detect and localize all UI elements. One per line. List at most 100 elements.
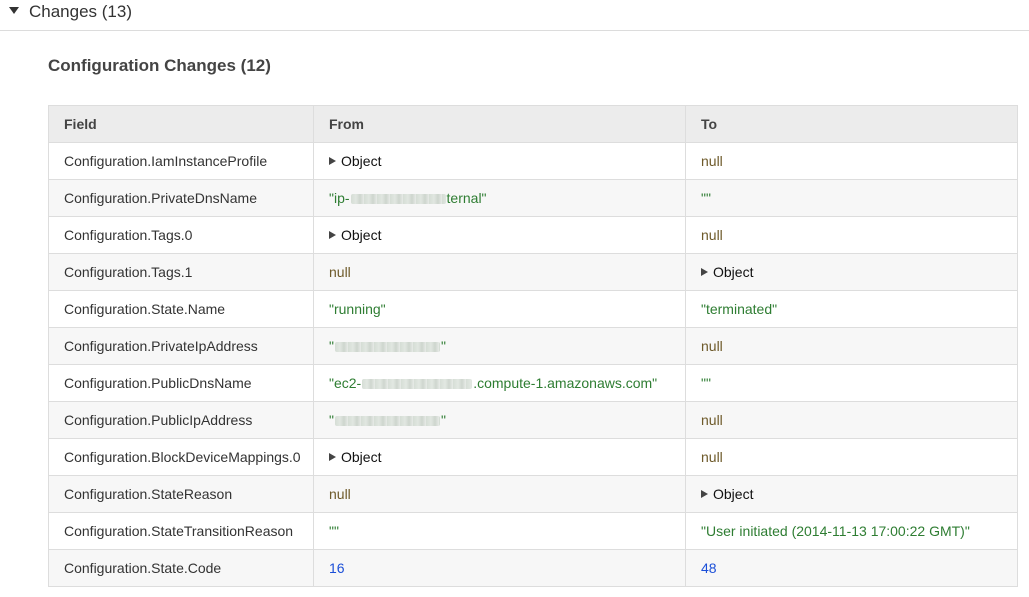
string-value: ""	[701, 190, 711, 206]
table-row: Configuration.Tags.1 null Object	[48, 253, 1018, 291]
field-name: Configuration.PrivateDnsName	[64, 190, 257, 206]
table-row: Configuration.BlockDeviceMappings.0 Objec…	[48, 438, 1018, 476]
changes-section-title[interactable]: Changes (13)	[29, 1, 132, 23]
field-cell: Configuration.PrivateDnsName	[48, 179, 314, 217]
field-name: Configuration.StateTransitionReason	[64, 523, 294, 539]
from-value-cell: ""	[313, 327, 686, 365]
object-label[interactable]: Object	[713, 264, 753, 280]
to-value-cell: null	[685, 327, 1018, 365]
to-value-cell: "terminated"	[685, 290, 1018, 328]
to-value-cell: ""	[685, 364, 1018, 402]
null-value: null	[701, 338, 723, 354]
table-row: Configuration.StateTransitionReason "" "Us…	[48, 512, 1018, 550]
from-value-cell[interactable]: Object	[313, 216, 686, 254]
to-value-cell: "User initiated (2014-11-13 17:00:22 GMT…	[685, 512, 1018, 550]
to-value-cell[interactable]: Object	[685, 475, 1018, 513]
field-name: Configuration.PublicDnsName	[64, 375, 252, 391]
table-row: Configuration.Tags.0 Object null	[48, 216, 1018, 254]
object-expander[interactable]: Object	[329, 227, 381, 243]
to-value-cell: null	[685, 216, 1018, 254]
value-prefix: "ec2-	[329, 375, 362, 391]
field-name: Configuration.PublicIpAddress	[64, 412, 253, 428]
value-suffix: "	[440, 338, 446, 354]
caret-right-icon[interactable]	[329, 231, 336, 239]
table-row: Configuration.PrivateDnsName "ip-ternal" "…	[48, 179, 1018, 217]
null-value: null	[701, 227, 723, 243]
to-value-cell: ""	[685, 179, 1018, 217]
to-value-cell: null	[685, 438, 1018, 476]
number-value: 48	[701, 560, 717, 576]
configuration-changes-table: Field From To Configuration.IamInstanceP…	[48, 105, 1018, 587]
changes-section-header[interactable]: Changes (13)	[0, 0, 1029, 31]
table-header-row: Field From To	[48, 105, 1018, 143]
string-value: "User initiated (2014-11-13 17:00:22 GMT…	[701, 523, 970, 539]
field-cell: Configuration.PublicDnsName	[48, 364, 314, 402]
field-name: Configuration.Tags.1	[64, 264, 193, 280]
null-value: null	[329, 486, 351, 502]
value-suffix: "	[440, 412, 446, 428]
string-value: "terminated"	[701, 301, 778, 317]
table-row: Configuration.PublicDnsName "ec2- .compute…	[48, 364, 1018, 402]
null-value: null	[329, 264, 351, 280]
object-label[interactable]: Object	[341, 227, 381, 243]
redaction-blur	[350, 194, 446, 205]
object-expander[interactable]: Object	[329, 449, 381, 465]
string-value: ""	[329, 523, 339, 539]
caret-right-icon[interactable]	[329, 453, 336, 461]
object-label[interactable]: Object	[713, 486, 753, 502]
to-value-cell: null	[685, 401, 1018, 439]
field-name: Configuration.Tags.0	[64, 227, 193, 243]
caret-right-icon[interactable]	[701, 268, 708, 276]
to-value-cell: null	[685, 142, 1018, 180]
field-cell: Configuration.BlockDeviceMappings.0	[48, 438, 314, 476]
from-value-cell[interactable]: Object	[313, 438, 686, 476]
table-row: Configuration.StateReason null Object	[48, 475, 1018, 513]
object-expander[interactable]: Object	[701, 264, 753, 280]
object-expander[interactable]: Object	[701, 486, 753, 502]
table-row: Configuration.PrivateIpAddress " " null	[48, 327, 1018, 365]
field-name: Configuration.StateReason	[64, 486, 233, 502]
field-cell: Configuration.State.Code	[48, 549, 314, 587]
field-name: Configuration.BlockDeviceMappings.0	[64, 449, 301, 465]
from-value-cell: "ec2- .compute-1.amazonaws.com"	[313, 364, 686, 402]
object-label[interactable]: Object	[341, 153, 381, 169]
field-name: Configuration.State.Name	[64, 301, 226, 317]
from-value-cell: null	[313, 475, 686, 513]
redaction-blur	[334, 416, 440, 427]
to-value-cell[interactable]: Object	[685, 253, 1018, 291]
field-name: Configuration.IamInstanceProfile	[64, 153, 268, 169]
caret-down-icon[interactable]	[9, 7, 19, 14]
redaction-blur	[334, 342, 440, 353]
from-value-cell[interactable]: Object	[313, 142, 686, 180]
from-value-cell: ""	[313, 401, 686, 439]
field-name: Configuration.State.Code	[64, 560, 222, 576]
field-cell: Configuration.StateReason	[48, 475, 314, 513]
field-cell: Configuration.StateTransitionReason	[48, 512, 314, 550]
table-body: Configuration.IamInstanceProfile Object nu…	[48, 142, 1018, 587]
object-label[interactable]: Object	[341, 449, 381, 465]
configuration-changes-title: Configuration Changes (12)	[48, 56, 271, 75]
header-to: To	[685, 105, 1018, 143]
value-suffix: ternal"	[446, 190, 487, 206]
number-value: 16	[329, 560, 345, 576]
field-cell: Configuration.State.Name	[48, 290, 314, 328]
caret-right-icon[interactable]	[701, 490, 708, 498]
from-value-cell: 16	[313, 549, 686, 587]
from-value-cell: "running"	[313, 290, 686, 328]
value-prefix: "	[329, 338, 334, 354]
field-cell: Configuration.PrivateIpAddress	[48, 327, 314, 365]
from-value-cell: ""	[313, 512, 686, 550]
table-row: Configuration.IamInstanceProfile Object nu…	[48, 142, 1018, 180]
header-from: From	[313, 105, 686, 143]
caret-right-icon[interactable]	[329, 157, 336, 165]
table-row: Configuration.State.Name "running" "termin…	[48, 290, 1018, 328]
field-cell: Configuration.Tags.0	[48, 216, 314, 254]
object-expander[interactable]: Object	[329, 153, 381, 169]
from-value-cell: "ip-ternal"	[313, 179, 686, 217]
field-cell: Configuration.Tags.1	[48, 253, 314, 291]
field-cell: Configuration.IamInstanceProfile	[48, 142, 314, 180]
null-value: null	[701, 412, 723, 428]
redaction-blur	[362, 379, 473, 390]
value-prefix: "ip-	[329, 190, 350, 206]
redacted-value: "ec2- .compute-1.amazonaws.com"	[329, 375, 657, 391]
